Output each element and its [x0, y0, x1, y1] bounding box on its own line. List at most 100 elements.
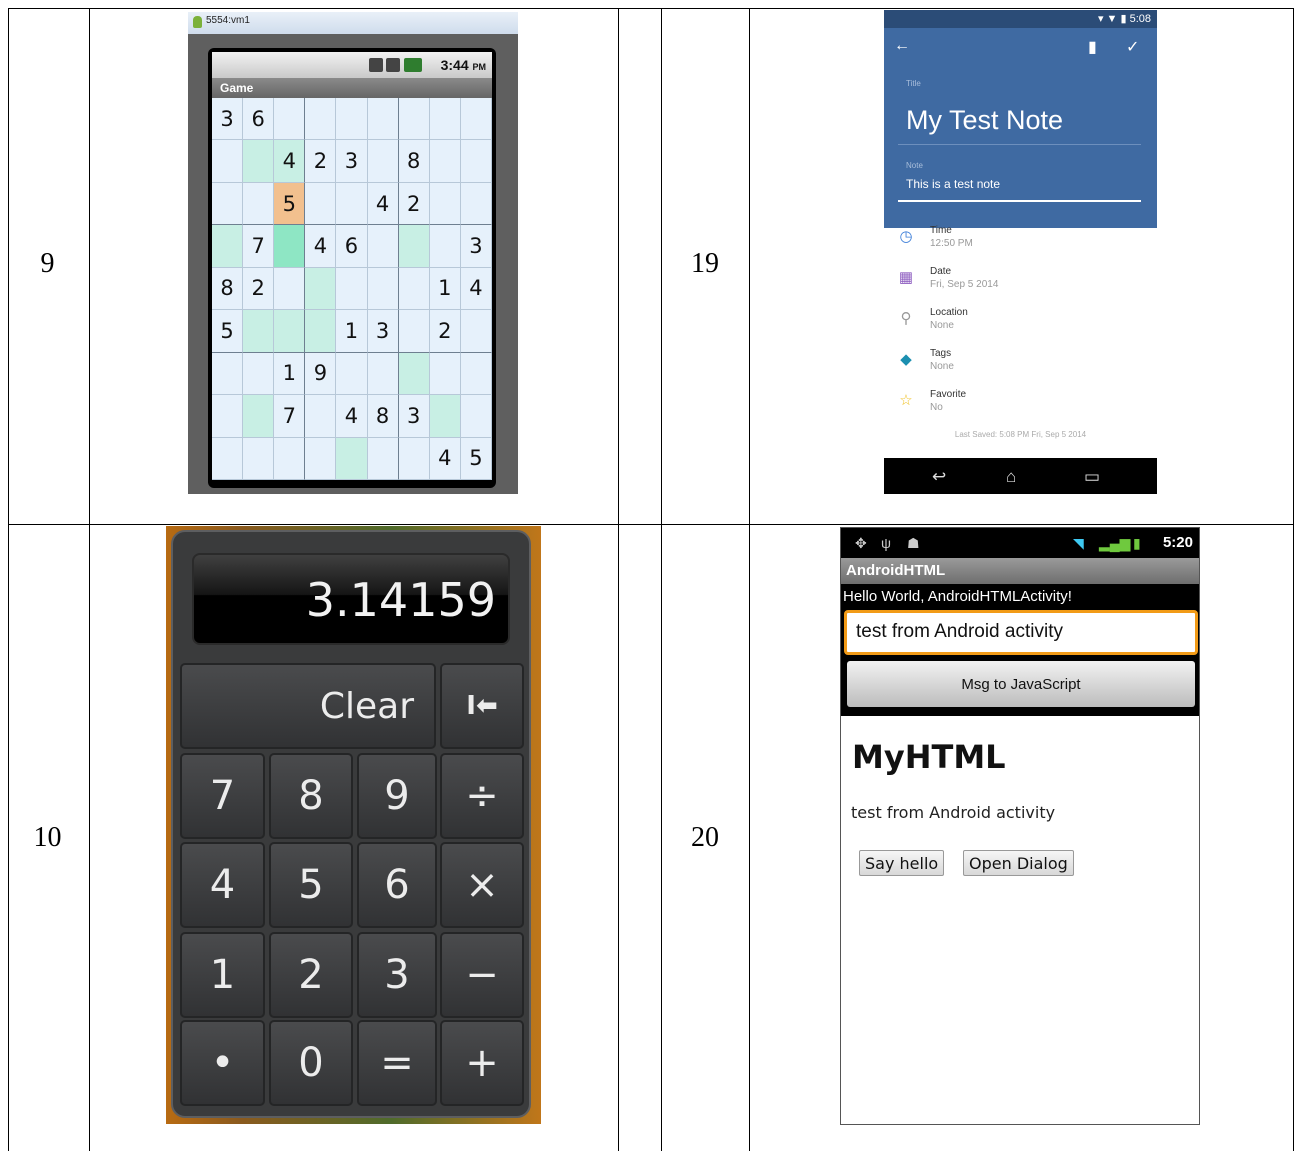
sudoku-cell[interactable] [398, 267, 430, 311]
sudoku-cell[interactable]: 1 [429, 267, 461, 311]
title-field[interactable]: My Test Note [906, 105, 1063, 136]
sudoku-cell[interactable] [305, 437, 337, 480]
sudoku-cell[interactable]: 6 [336, 225, 368, 268]
sudoku-cell[interactable] [336, 98, 368, 141]
key-eight-button[interactable]: 8 [269, 753, 353, 839]
sudoku-cell[interactable] [212, 352, 244, 396]
sudoku-cell[interactable]: 4 [460, 267, 492, 311]
sudoku-cell[interactable] [274, 225, 306, 268]
check-icon[interactable]: ✓ [1126, 37, 1139, 57]
key-zero-button[interactable]: 0 [269, 1020, 353, 1106]
sudoku-cell[interactable]: 3 [460, 225, 492, 268]
sudoku-cell[interactable] [398, 352, 430, 396]
field-row-location[interactable]: ⚲ Location None [898, 307, 1138, 343]
sudoku-cell[interactable] [460, 140, 492, 183]
sudoku-cell[interactable]: 5 [212, 310, 244, 353]
sudoku-cell[interactable]: 4 [367, 182, 399, 226]
sudoku-cell[interactable] [212, 225, 244, 268]
note-field[interactable]: This is a test note [906, 177, 1000, 191]
sudoku-cell[interactable] [429, 98, 461, 141]
sudoku-cell[interactable]: 2 [398, 182, 430, 226]
sudoku-cell[interactable] [243, 437, 275, 480]
sudoku-cell[interactable] [212, 395, 244, 438]
msg-to-javascript-button[interactable]: Msg to JavaScript [847, 661, 1195, 707]
key-minus-button[interactable]: − [440, 932, 524, 1018]
key-four-button[interactable]: 4 [180, 842, 265, 928]
sudoku-cell[interactable]: 3 [398, 395, 430, 438]
delete-icon[interactable]: ▮ [1088, 37, 1097, 57]
sudoku-cell[interactable] [243, 182, 275, 226]
sudoku-cell[interactable] [398, 98, 430, 141]
key-multiply-button[interactable]: × [440, 842, 524, 928]
sudoku-cell[interactable] [429, 182, 461, 226]
message-input[interactable]: test from Android activity [844, 610, 1198, 655]
sudoku-cell[interactable] [212, 182, 244, 226]
sudoku-cell[interactable]: 4 [305, 225, 337, 268]
sudoku-cell[interactable]: 5 [460, 437, 492, 480]
sudoku-cell[interactable] [367, 98, 399, 141]
sudoku-cell[interactable] [243, 352, 275, 396]
sudoku-cell[interactable] [336, 267, 368, 311]
sudoku-cell[interactable] [305, 395, 337, 438]
sudoku-cell[interactable]: 1 [336, 310, 368, 353]
sudoku-cell[interactable] [367, 225, 399, 268]
back-arrow-icon[interactable]: ← [894, 37, 910, 55]
sudoku-cell[interactable] [243, 395, 275, 438]
sudoku-cell[interactable] [460, 395, 492, 438]
sudoku-cell[interactable] [305, 182, 337, 226]
clear-button[interactable]: Clear [180, 663, 436, 749]
key-one-button[interactable]: 1 [180, 932, 265, 1018]
sudoku-cell[interactable] [274, 437, 306, 480]
sudoku-cell[interactable] [243, 140, 275, 183]
sudoku-cell[interactable]: 4 [336, 395, 368, 438]
sudoku-cell[interactable] [367, 267, 399, 311]
key-equals-button[interactable]: = [357, 1020, 437, 1106]
sudoku-cell[interactable]: 6 [243, 98, 275, 141]
sudoku-cell[interactable] [460, 310, 492, 353]
sudoku-cell[interactable]: 2 [429, 310, 461, 353]
sudoku-cell[interactable]: 4 [274, 140, 306, 183]
key-divide-button[interactable]: ÷ [440, 753, 524, 839]
sudoku-cell[interactable] [429, 225, 461, 268]
sudoku-cell[interactable] [336, 437, 368, 480]
sudoku-cell[interactable]: 2 [305, 140, 337, 183]
open-dialog-button[interactable]: Open Dialog [963, 850, 1074, 876]
sudoku-cell[interactable] [460, 98, 492, 141]
sudoku-cell[interactable] [398, 310, 430, 353]
key-seven-button[interactable]: 7 [180, 753, 265, 839]
sudoku-cell[interactable] [274, 267, 306, 311]
sudoku-cell[interactable] [460, 352, 492, 396]
field-row-favorite[interactable]: ☆ Favorite No [898, 389, 1138, 425]
sudoku-cell[interactable] [367, 352, 399, 396]
sudoku-cell[interactable] [398, 437, 430, 480]
sudoku-cell[interactable]: 7 [243, 225, 275, 268]
key-three-button[interactable]: 3 [357, 932, 437, 1018]
key-six-button[interactable]: 6 [357, 842, 437, 928]
key-five-button[interactable]: 5 [269, 842, 353, 928]
nav-back-icon[interactable]: ↩ [932, 467, 946, 487]
field-row-date[interactable]: ▦ Date Fri, Sep 5 2014 [898, 266, 1138, 302]
sudoku-cell[interactable] [305, 98, 337, 141]
key-dot-button[interactable]: • [180, 1020, 265, 1106]
sudoku-cell[interactable] [212, 140, 244, 183]
sudoku-cell[interactable] [367, 437, 399, 480]
sudoku-cell[interactable] [243, 310, 275, 353]
sudoku-cell[interactable] [336, 182, 368, 226]
sudoku-cell[interactable] [274, 98, 306, 141]
sudoku-cell[interactable]: 2 [243, 267, 275, 311]
sudoku-cell[interactable] [460, 182, 492, 226]
sudoku-cell[interactable]: 8 [367, 395, 399, 438]
key-plus-button[interactable]: + [440, 1020, 524, 1106]
sudoku-cell[interactable]: 9 [305, 352, 337, 396]
field-row-tags[interactable]: ◆ Tags None [898, 348, 1138, 384]
sudoku-cell[interactable] [305, 267, 337, 311]
sudoku-cell[interactable]: 8 [212, 267, 244, 311]
sudoku-cell[interactable] [336, 352, 368, 396]
say-hello-button[interactable]: Say hello [859, 850, 945, 876]
key-nine-button[interactable]: 9 [357, 753, 437, 839]
sudoku-cell[interactable]: 7 [274, 395, 306, 438]
sudoku-cell[interactable] [398, 225, 430, 268]
sudoku-cell[interactable]: 3 [367, 310, 399, 353]
sudoku-cell[interactable]: 3 [212, 98, 244, 141]
backspace-button[interactable]: I⬅ [440, 663, 524, 749]
